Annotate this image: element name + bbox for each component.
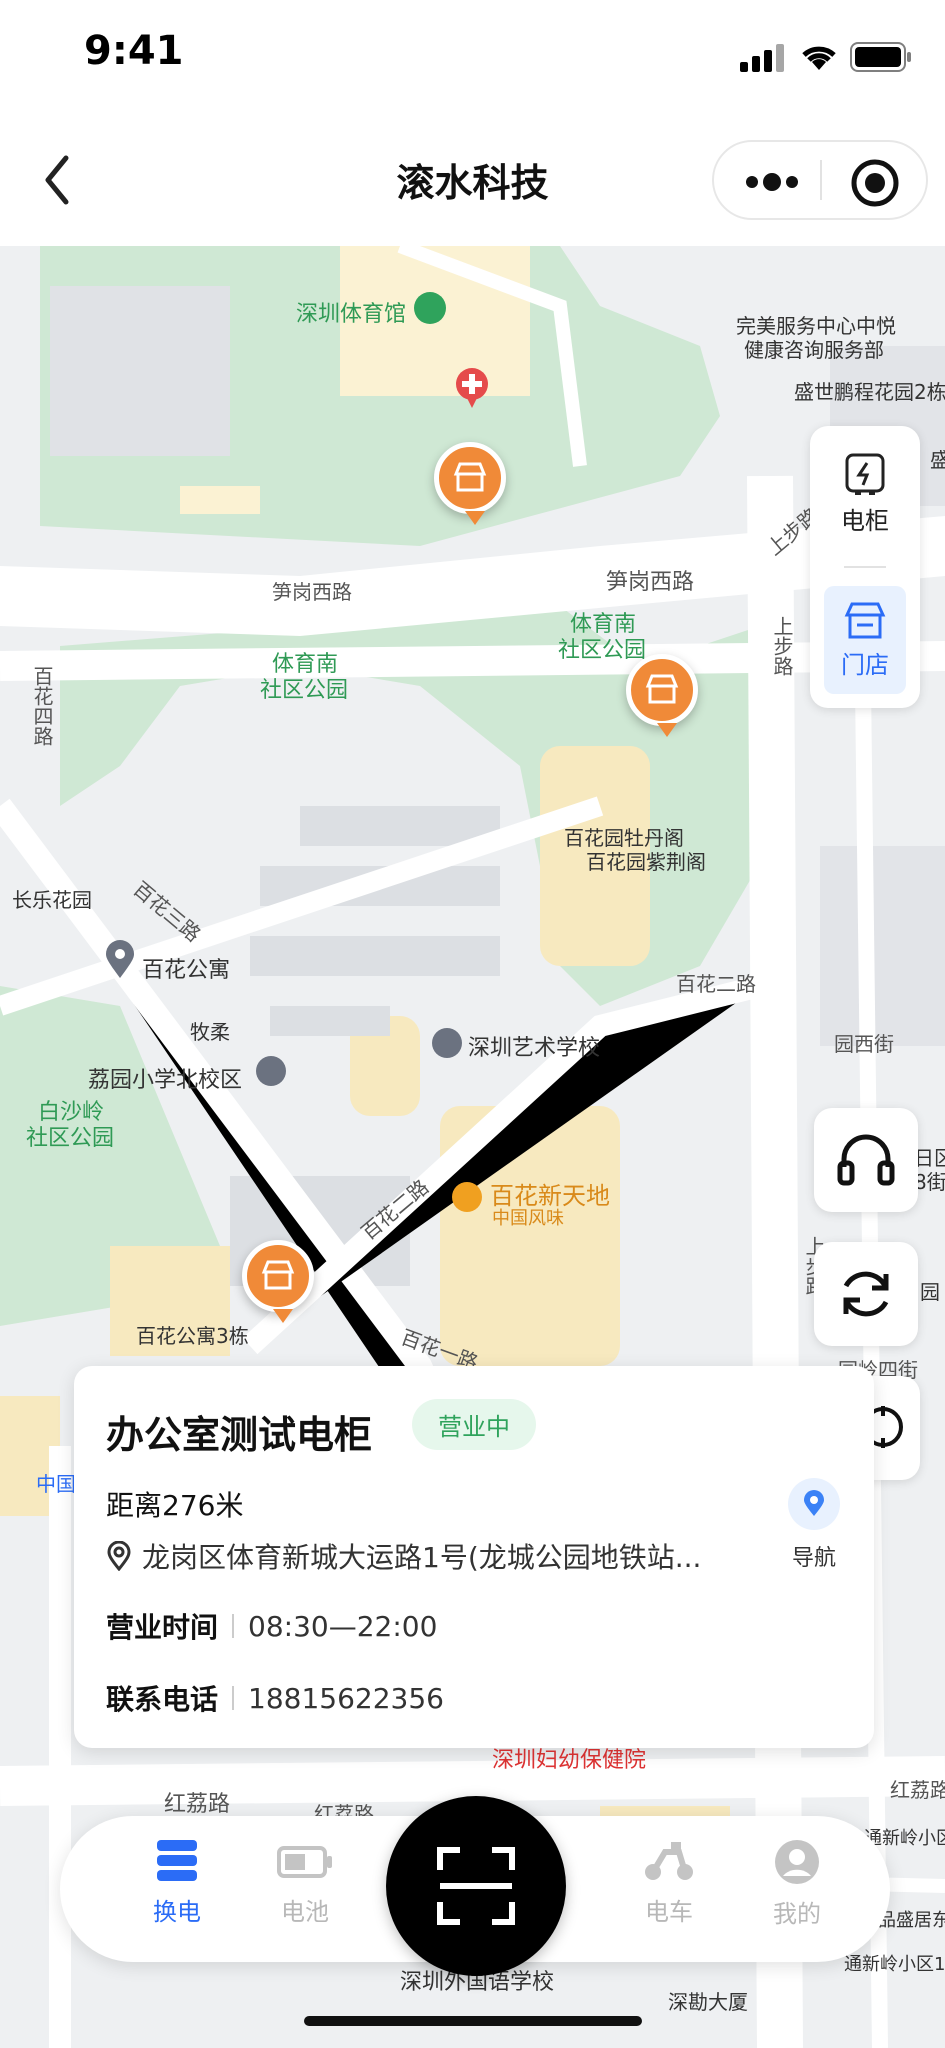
swap-icon [157, 1840, 197, 1881]
tab-mine[interactable]: 我的 [752, 1838, 842, 1929]
map-label-edge-2: 8街 [914, 1170, 945, 1194]
map-label-xinling-2: 通新岭小区1 [844, 1954, 945, 1975]
mini-program-capsule [712, 140, 928, 220]
map-view[interactable]: 深圳体育馆 完美服务中心中悦 健康咨询服务部 盛世鹏程花园2栋 盛 笋岗西路 笋… [0, 246, 945, 2048]
map-label-art-school: 深圳艺术学校 [468, 1036, 601, 1061]
hours-divider [232, 1614, 235, 1638]
map-label-shangbu-1: 上步路 [770, 616, 794, 676]
tab-battery[interactable]: 电池 [260, 1838, 350, 1927]
store-map-pin[interactable] [626, 654, 698, 737]
user-icon [775, 1840, 819, 1884]
headset-icon [837, 1134, 895, 1186]
store-name: 办公室测试电柜 [106, 1413, 373, 1457]
map-label-liyuan-school: 荔园小学北校区 [88, 1068, 243, 1093]
cabinet-icon [845, 453, 885, 495]
store-info-card[interactable]: 办公室测试电柜 营业中 距离276米 龙岗区体育新城大运路1号(龙城公园地铁站.… [74, 1366, 874, 1748]
map-label-shengshi-edge: 盛 [930, 448, 945, 472]
store-icon [844, 602, 886, 638]
status-badge: 营业中 [412, 1399, 536, 1450]
map-label-sungang-1: 笋岗西路 [272, 580, 352, 604]
hours-value: 08:30—22:00 [248, 1609, 438, 1643]
map-label-zhong: 中国 [36, 1472, 76, 1496]
store-icon [453, 462, 487, 492]
map-label-baihua-apt3: 百花公寓3栋 [136, 1324, 249, 1348]
battery-icon [277, 1846, 332, 1878]
navigation-label: 导航 [791, 1546, 836, 1571]
map-label-baihua-2a: 百花二路 [676, 972, 756, 996]
map-label-sports-park-2b: 社区公园 [260, 678, 349, 703]
location-pin-icon [107, 1541, 131, 1571]
refresh-button[interactable] [814, 1242, 918, 1346]
refresh-icon [843, 1271, 889, 1317]
store-map-pin[interactable] [242, 1240, 314, 1323]
restaurant-poi-icon [452, 1182, 482, 1212]
business-hours-row: 营业时间 08:30—22:00 [106, 1606, 437, 1646]
store-icon [261, 1260, 295, 1290]
hours-label: 营业时间 [106, 1611, 219, 1644]
map-label-sports-park-1b: 社区公园 [558, 638, 647, 663]
hospital-poi-icon [456, 368, 488, 408]
map-label-zijing: 百花园紫荆阁 [586, 850, 706, 874]
map-label-yuanxi: 园西街 [834, 1032, 894, 1056]
map-label-stadium: 深圳体育馆 [296, 302, 407, 327]
store-address: 龙岗区体育新城大运路1号(龙城公园地铁站... [106, 1536, 701, 1576]
scan-icon [437, 1847, 515, 1925]
phone-divider [232, 1686, 235, 1710]
map-label-chinese-food: 中国风味 [492, 1208, 564, 1229]
map-label-hongli-right: 红荔路 [890, 1778, 945, 1802]
map-layer-toggle: 电柜 门店 [810, 426, 920, 708]
scan-button[interactable] [386, 1796, 566, 1976]
status-bar: 9:41 [0, 0, 945, 110]
signal-icon [740, 44, 784, 72]
map-label-sungang-2: 笋岗西路 [606, 570, 695, 595]
ebike-icon [645, 1842, 693, 1880]
tab-ebike-label: 电车 [645, 1898, 693, 1926]
navigation-icon-wrap [788, 1478, 840, 1530]
store-map-pin[interactable] [434, 442, 506, 525]
battery-status-icon [850, 42, 911, 72]
map-label-changle: 长乐花园 [12, 888, 92, 912]
status-time: 9:41 [84, 28, 184, 74]
tab-swap-label: 换电 [153, 1898, 201, 1926]
map-label-yuan-edge: 园 [920, 1280, 940, 1304]
side-divider [844, 566, 886, 568]
navigation-icon [804, 1490, 824, 1516]
home-indicator [304, 2016, 642, 2026]
wifi-icon [802, 46, 836, 70]
customer-service-button[interactable] [814, 1108, 918, 1212]
store-icon [645, 674, 679, 704]
phone-row[interactable]: 联系电话 18815622356 [106, 1678, 444, 1718]
store-label: 门店 [841, 650, 889, 679]
map-label-baishaling-b: 社区公园 [26, 1126, 115, 1151]
map-label-baihua-apt: 百花公寓 [142, 958, 231, 983]
store-address-text: 龙岗区体育新城大运路1号(龙城公园地铁站... [142, 1541, 702, 1574]
more-icon[interactable] [744, 168, 800, 196]
map-label-muru: 牧柔 [190, 1020, 230, 1044]
target-icon[interactable] [850, 158, 900, 208]
map-label-service-2: 健康咨询服务部 [744, 338, 884, 362]
tab-ebike[interactable]: 电车 [624, 1838, 714, 1927]
school-poi-icon [432, 1028, 462, 1058]
phone-label: 联系电话 [106, 1683, 219, 1716]
place-poi-icon [106, 940, 134, 978]
map-label-baihua-4: 百花四路 [30, 666, 54, 746]
store-distance: 距离276米 [106, 1489, 244, 1522]
park-poi-icon [414, 292, 446, 324]
school-poi-icon-2 [256, 1056, 286, 1086]
capsule-divider [820, 160, 822, 200]
navigation-button[interactable]: 导航 [774, 1478, 854, 1578]
map-label-shengshi: 盛世鹏程花园2栋 [794, 380, 945, 404]
tab-battery-label: 电池 [281, 1898, 329, 1926]
cabinet-label: 电柜 [841, 506, 889, 535]
map-label-shenkan: 深勘大厦 [668, 1990, 748, 2014]
tab-mine-label: 我的 [773, 1900, 821, 1928]
map-label-pinsheng: 品盛居东 [878, 1910, 945, 1931]
phone-value[interactable]: 18815622356 [248, 1682, 444, 1715]
store-toggle[interactable]: 门店 [824, 586, 906, 694]
cabinet-toggle[interactable]: 电柜 [824, 440, 906, 548]
map-label-hongli: 红荔路 [164, 1792, 231, 1817]
tab-swap[interactable]: 换电 [132, 1838, 222, 1927]
